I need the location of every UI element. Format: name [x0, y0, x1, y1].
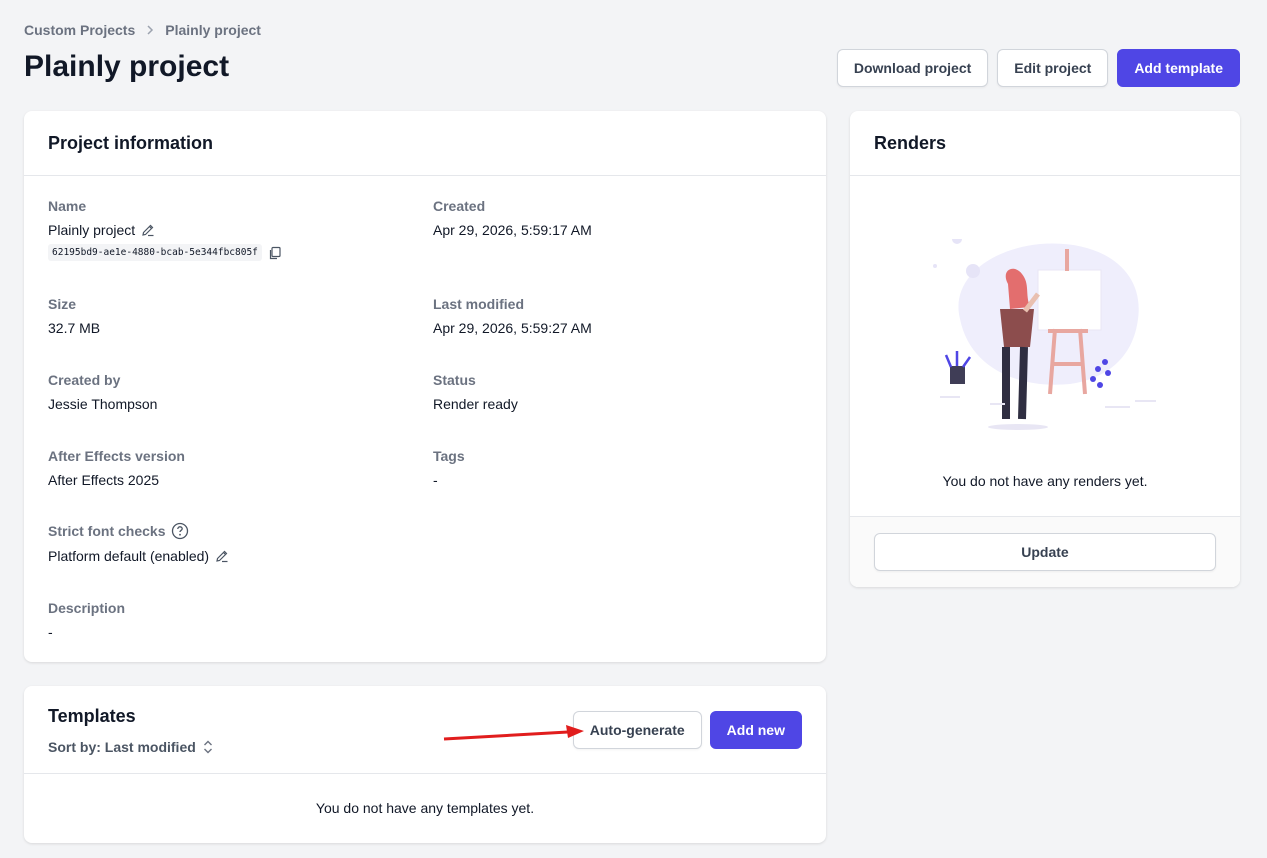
status-label: Status [433, 372, 476, 388]
created-by-label: Created by [48, 372, 121, 388]
breadcrumb-parent-link[interactable]: Custom Projects [24, 22, 135, 38]
project-information-title: Project information [24, 111, 826, 176]
painter-illustration [930, 234, 1160, 444]
created-field: Created Apr 29, 2026, 5:59:17 AM [433, 198, 592, 238]
chevron-up-down-icon [202, 739, 214, 755]
update-button[interactable]: Update [874, 533, 1216, 571]
tags-field: Tags - [433, 448, 465, 488]
created-value: Apr 29, 2026, 5:59:17 AM [433, 222, 592, 238]
help-circle-icon[interactable] [171, 522, 189, 540]
last-modified-label: Last modified [433, 296, 525, 312]
size-label: Size [48, 296, 77, 312]
size-value: 32.7 MB [48, 320, 101, 336]
status-value: Render ready [433, 396, 518, 412]
ae-version-field: After Effects version After Effects 2025 [48, 448, 185, 488]
tags-label: Tags [433, 448, 465, 464]
templates-card: Templates Sort by: Last modified Auto-ge… [24, 686, 826, 843]
name-label: Name [48, 198, 87, 214]
chevron-right-icon [145, 25, 155, 35]
edit-icon[interactable] [215, 549, 229, 563]
project-uuid: 62195bd9-ae1e-4880-bcab-5e344fbc805f [48, 244, 262, 261]
add-template-button[interactable]: Add template [1117, 49, 1240, 87]
strict-font-field: Strict font checks Platform default (ena… [48, 522, 229, 564]
page-title: Plainly project [24, 50, 230, 83]
renders-title: Renders [850, 111, 1240, 176]
strict-font-label-row: Strict font checks [48, 522, 229, 540]
header-actions: Download project Edit project Add templa… [836, 49, 1240, 87]
breadcrumb: Custom Projects Plainly project [24, 22, 261, 38]
created-label: Created [433, 198, 486, 214]
renders-empty-message: You do not have any renders yet. [942, 473, 1148, 489]
sort-dropdown[interactable]: Sort by: Last modified [48, 739, 214, 755]
copy-icon[interactable] [268, 246, 282, 260]
last-modified-value: Apr 29, 2026, 5:59:27 AM [433, 320, 592, 336]
name-value-row: Plainly project [48, 222, 282, 238]
templates-empty-message: You do not have any templates yet. [315, 800, 535, 816]
renders-footer: Update [850, 516, 1240, 587]
size-field: Size 32.7 MB [48, 296, 100, 336]
breadcrumb-current[interactable]: Plainly project [165, 22, 261, 38]
strict-font-value: Platform default (enabled) [48, 548, 210, 564]
description-field: Description - [48, 600, 125, 640]
renders-card: Renders You do not have any renders yet.… [850, 111, 1240, 587]
last-modified-field: Last modified Apr 29, 2026, 5:59:27 AM [433, 296, 592, 336]
created-by-field: Created by Jessie Thompson [48, 372, 157, 412]
sort-label: Sort by: Last modified [48, 739, 196, 755]
strict-font-label: Strict font checks [48, 523, 166, 539]
tags-value: - [433, 472, 438, 488]
download-project-button[interactable]: Download project [836, 49, 989, 87]
auto-generate-button[interactable]: Auto-generate [572, 711, 702, 749]
edit-project-button[interactable]: Edit project [997, 49, 1109, 87]
name-field: Name Plainly project 62195bd9-ae1e-4880-… [48, 198, 282, 261]
strict-font-value-row: Platform default (enabled) [48, 548, 229, 564]
edit-icon[interactable] [141, 223, 155, 237]
uuid-row: 62195bd9-ae1e-4880-bcab-5e344fbc805f [48, 244, 282, 261]
add-new-button[interactable]: Add new [709, 711, 802, 749]
description-label: Description [48, 600, 126, 616]
templates-header: Templates Sort by: Last modified Auto-ge… [24, 686, 826, 774]
name-value: Plainly project [48, 222, 136, 238]
ae-version-label: After Effects version [48, 448, 185, 464]
created-by-value: Jessie Thompson [48, 396, 158, 412]
project-information-card: Project information Name Plainly project… [24, 111, 826, 662]
templates-title: Templates [48, 706, 136, 726]
description-value: - [48, 624, 53, 640]
ae-version-value: After Effects 2025 [48, 472, 160, 488]
annotation-arrow [440, 722, 590, 751]
templates-actions: Auto-generate Add new [572, 711, 802, 749]
status-field: Status Render ready [433, 372, 518, 412]
